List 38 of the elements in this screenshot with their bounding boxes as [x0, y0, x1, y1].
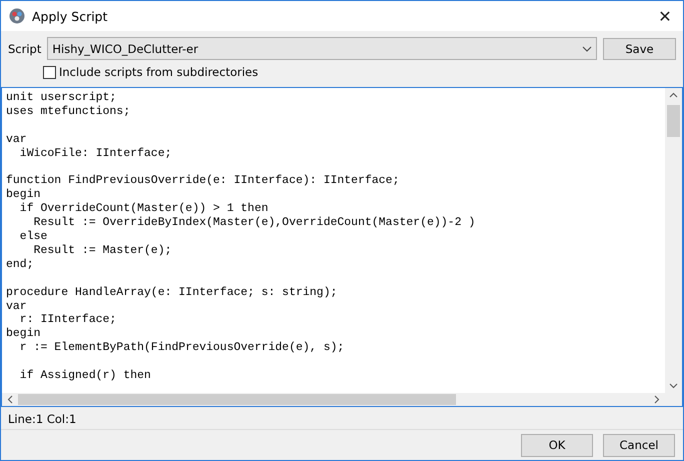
- checkbox-label: Include scripts from subdirectories: [59, 65, 258, 79]
- scroll-right-icon[interactable]: [654, 395, 660, 404]
- scroll-down-icon[interactable]: [669, 383, 678, 389]
- code-line: begin: [6, 188, 42, 202]
- scrollbar-thumb[interactable]: [18, 394, 456, 405]
- window-title: Apply Script: [32, 8, 109, 24]
- horizontal-scrollbar[interactable]: [2, 393, 665, 406]
- scrollbar-thumb[interactable]: [667, 105, 680, 137]
- code-line: procedure HandleArray(e: IInterface; s: string);: [6, 286, 338, 300]
- scroll-up-icon[interactable]: [669, 92, 678, 98]
- scroll-left-icon[interactable]: [7, 395, 13, 404]
- code-line: function FindPreviousOverride(e: IInterface): IInterface;: [6, 174, 400, 188]
- script-label: Script: [8, 42, 42, 56]
- code-editor[interactable]: [1, 87, 683, 407]
- code-line: Result := Master(e);: [32, 244, 173, 258]
- code-line: unit userscript;: [6, 91, 118, 105]
- code-line: var: [6, 300, 28, 314]
- chevron-down-icon: [582, 46, 592, 52]
- close-button[interactable]: ✕: [655, 6, 675, 26]
- vertical-scrollbar[interactable]: [665, 88, 682, 393]
- code-line: Result := OverrideByIndex(Master(e),OverrideCount(Master(e))-2 ): [32, 216, 476, 230]
- dialog-button[interactable]: OK: [521, 434, 593, 456]
- checkbox[interactable]: [43, 66, 56, 78]
- code-line: iWicoFile: IInterface;: [18, 146, 173, 161]
- code-line: r := ElementByPath(FindPreviousOverride(e), s);: [18, 341, 346, 356]
- app-icon: [9, 8, 25, 24]
- save-button[interactable]: Save: [603, 38, 676, 60]
- code-line: if OverrideCount(Master(e)) > 1 then: [18, 202, 270, 216]
- code-line: begin: [6, 327, 42, 342]
- status-text: Line:1 Col:1: [8, 412, 76, 426]
- code-line: var: [6, 132, 28, 147]
- code-line: r: IInterface;: [18, 313, 118, 328]
- code-line: if Assigned(r) then: [18, 369, 152, 383]
- dialog-button[interactable]: Cancel: [603, 434, 675, 456]
- code-line: uses mtefunctions;: [6, 104, 132, 119]
- code-line: else: [18, 230, 48, 244]
- script-dropdown[interactable]: Hishy_WICO_DeClutter-er: [47, 37, 597, 60]
- code-line: end;: [6, 258, 35, 272]
